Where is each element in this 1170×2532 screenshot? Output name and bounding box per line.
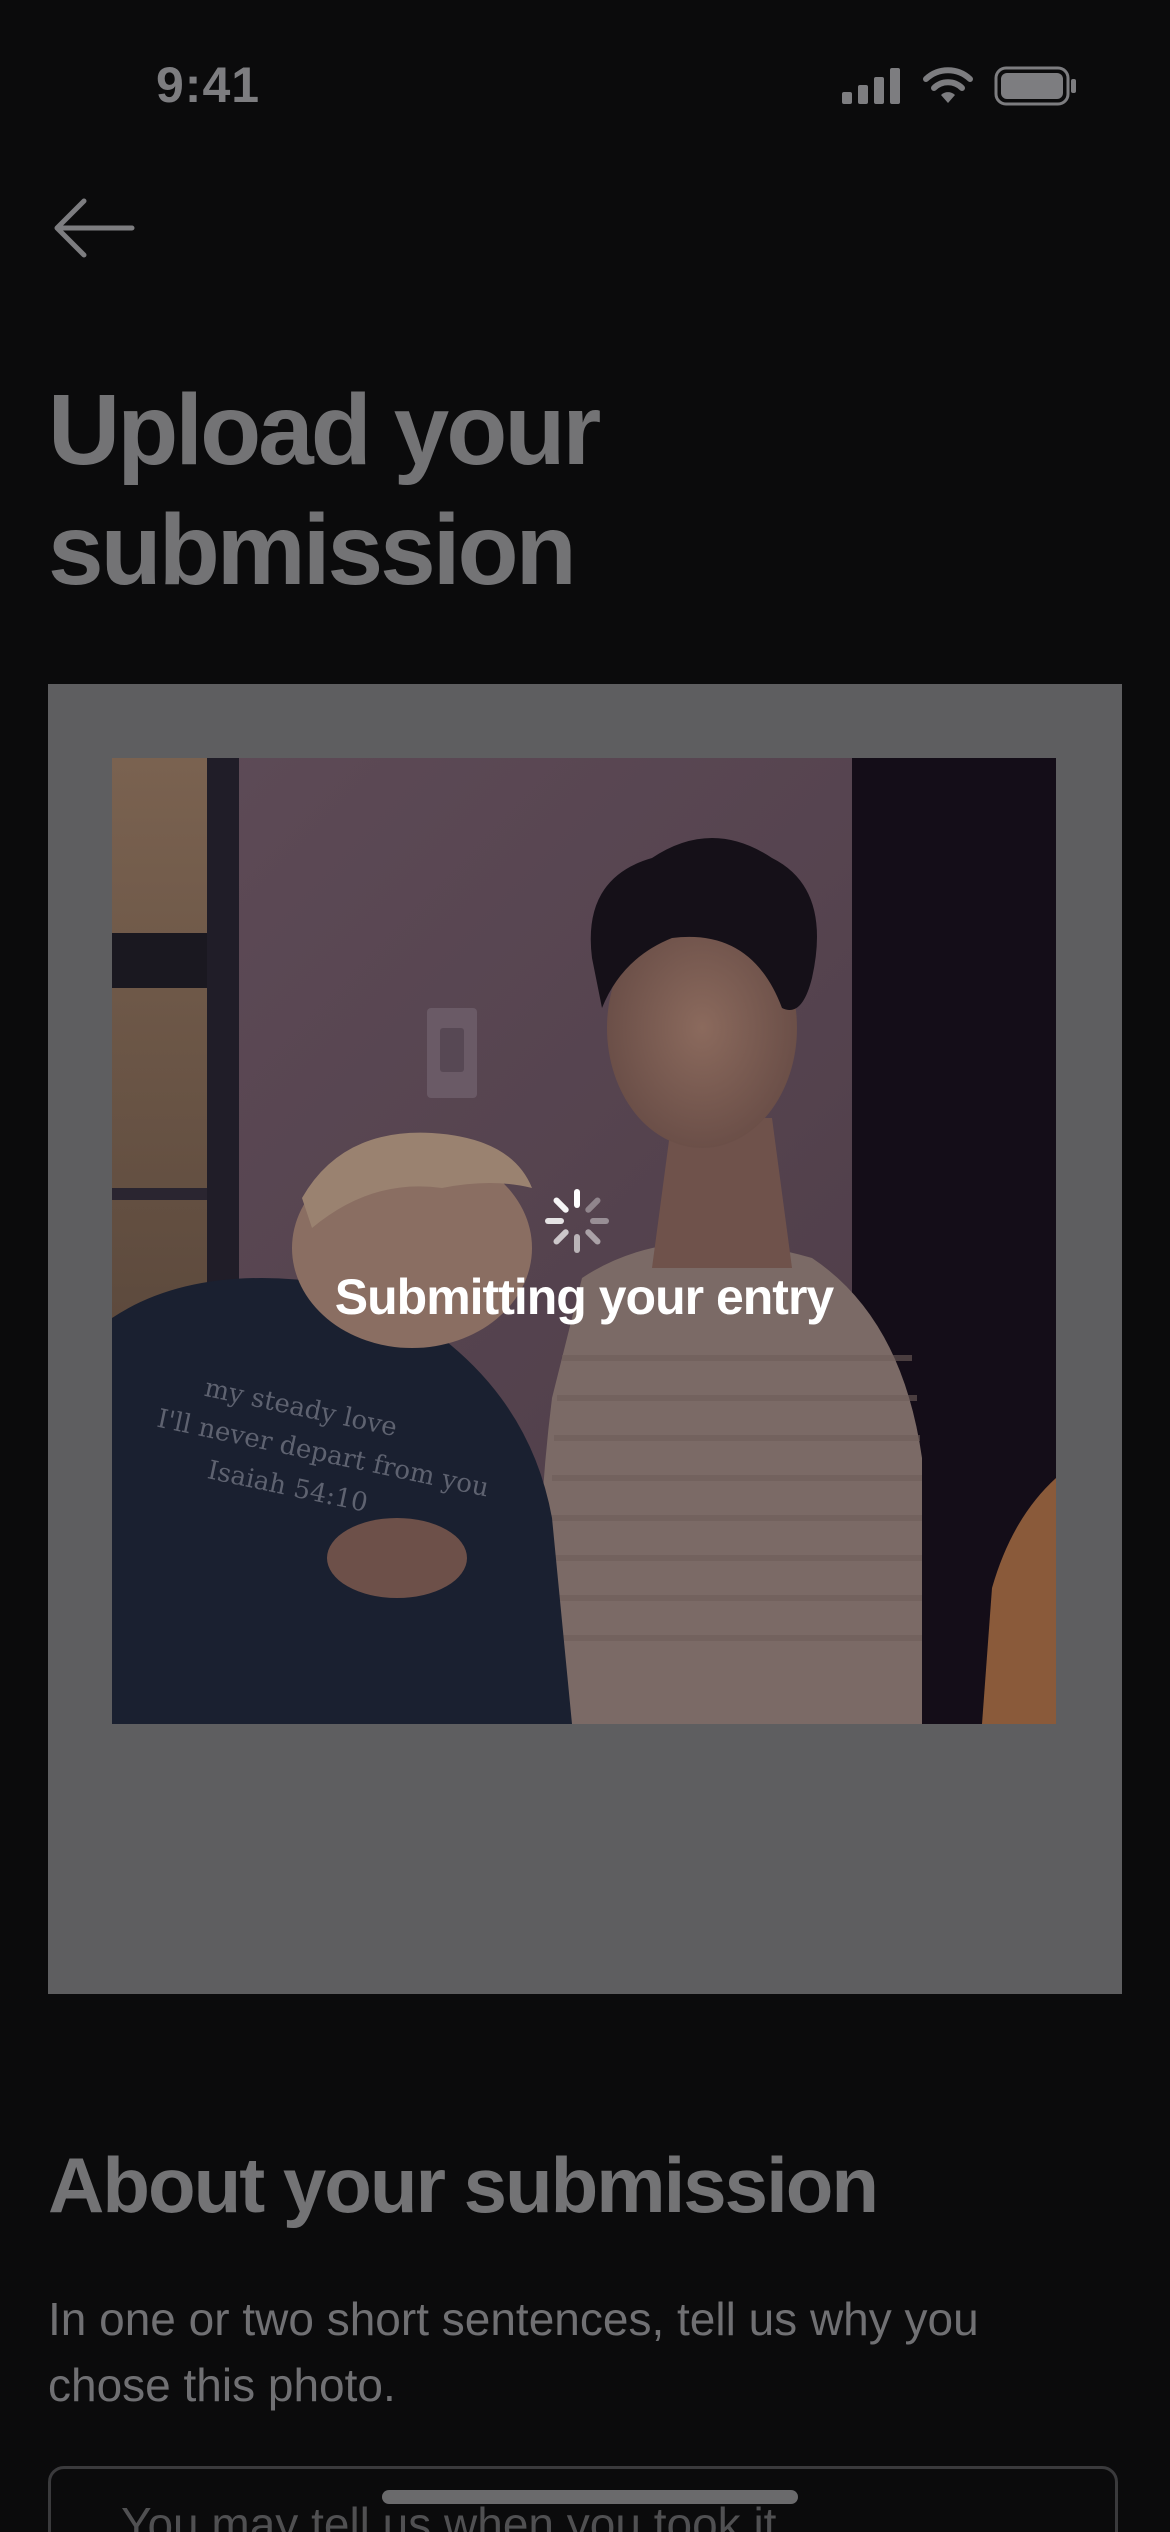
photo-frame: my steady love I'll never depart from yo… xyxy=(48,684,1122,1994)
arrow-left-icon xyxy=(52,193,136,268)
signal-icon xyxy=(842,68,902,109)
about-section-title: About your submission xyxy=(48,2141,879,2229)
spinner-icon xyxy=(544,1188,610,1254)
home-indicator xyxy=(382,2490,798,2504)
upload-submission-screen: 9:41 Upload your submission my steady lo… xyxy=(0,0,1170,2532)
back-button[interactable] xyxy=(52,190,142,270)
wifi-icon xyxy=(922,67,974,110)
status-time: 9:41 xyxy=(156,57,261,113)
loading-overlay: Submitting your entry xyxy=(112,758,1056,1724)
page-title-line-1: Upload your xyxy=(48,374,601,486)
about-section-description: In one or two short sentences, tell us w… xyxy=(48,2293,979,2411)
page-title: Upload your submission xyxy=(48,370,1048,610)
status-icons xyxy=(842,66,1078,111)
status-bar: 9:41 xyxy=(0,0,1170,170)
battery-icon xyxy=(994,66,1078,111)
page-title-line-2: submission xyxy=(48,494,577,606)
uploaded-photo: my steady love I'll never depart from yo… xyxy=(112,758,1056,1724)
loading-text: Submitting your entry xyxy=(334,1269,834,1325)
